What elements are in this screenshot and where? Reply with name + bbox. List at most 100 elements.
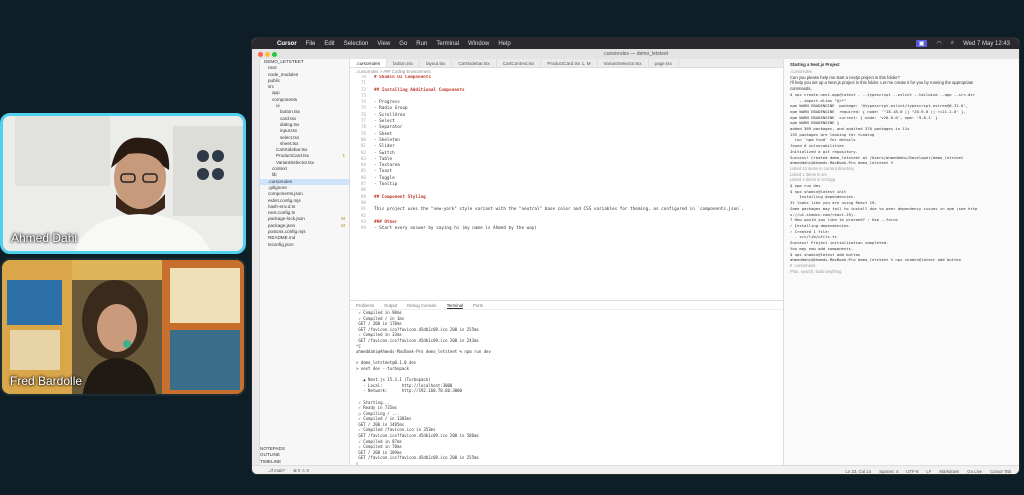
menu-run[interactable]: Run: [416, 41, 427, 47]
file-tree-item-label: eslint.config.mjs: [268, 197, 301, 203]
app-name[interactable]: Cursor: [277, 41, 297, 47]
editor-tab[interactable]: VariantSelector.tsx: [598, 59, 649, 67]
screen: Ahmed Dahi Fred Bardolle Cursor File Edi…: [0, 0, 1024, 495]
file-tree-item-label: components.json: [268, 191, 303, 197]
cursor-editor-window: Cursor File Edit Selection View Go Run T…: [251, 37, 1020, 475]
macos-menubar: Cursor File Edit Selection View Go Run T…: [252, 38, 1019, 49]
status-item[interactable]: Ln 23, Col 14: [846, 469, 872, 474]
status-item[interactable]: Cursor Tab: [990, 469, 1011, 474]
menu-file[interactable]: File: [306, 41, 316, 47]
file-tree-item-label: dialog.tsx: [280, 121, 300, 127]
file-tree-item-label: src: [268, 84, 275, 90]
menu-terminal[interactable]: Terminal: [436, 41, 459, 47]
editor-tab[interactable]: layout.tsx: [420, 59, 453, 67]
file-tree: DEMO_LETSTEET next node_modules public src ap…: [260, 59, 349, 248]
file-tree-item-label: node_modules: [268, 71, 299, 77]
code-line: 91 This project uses the "new-york" style…: [350, 207, 783, 213]
close-window-button[interactable]: [258, 52, 263, 57]
status-bar: ⎇ main* ⊗ 0 ⚠ 0 Ln 23, Col 14 Spaces: 4 UTF-…: [252, 465, 1019, 474]
activity-bar: [252, 59, 260, 465]
menu-window[interactable]: Window: [468, 41, 489, 47]
line-text: # Shadcn UI Components: [374, 75, 431, 80]
file-tree-item-label: postcss.config.mjs: [268, 229, 306, 235]
editor-tab[interactable]: .cursorrules: [350, 59, 387, 67]
editor-tabs: .cursorrules button.tsx layout.tsx CartSide…: [350, 59, 783, 68]
menu-selection[interactable]: Selection: [344, 41, 369, 47]
editor-tab[interactable]: page.tsx: [649, 59, 679, 67]
code-editor[interactable]: 70 # Shadcn UI Components 71 72 ## Installin…: [350, 75, 783, 300]
file-tree-item-label: ui: [276, 103, 280, 109]
code-line: 94 - Start every answer by saying hi (my …: [350, 226, 783, 232]
screen-share-icon[interactable]: ▣: [915, 40, 928, 47]
ai-chat-panel: Starting a Next.js Project .cursorrules C…: [783, 59, 1019, 465]
status-item[interactable]: ⊗ 0 ⚠ 0: [293, 468, 309, 474]
panel-tabs: Problems Output Debug Console Terminal Ports: [350, 301, 783, 310]
terminal-output[interactable]: ✓ Compiled in 90ms ✓ Compiled / in 1ms G…: [350, 310, 783, 465]
file-tree-item-label: next.config.ts: [268, 210, 296, 216]
line-text: - Start every answer by saying hi (my na…: [374, 226, 537, 232]
file-tree-item-label: card.tsx: [280, 115, 297, 121]
file-tree-item-label: input.tsx: [280, 128, 298, 134]
editor-tab[interactable]: CartSidebar.tsx: [452, 59, 497, 67]
file-tree-item-label: button.tsx: [280, 109, 300, 115]
status-item[interactable]: Spaces: 4: [879, 469, 898, 474]
menu-edit[interactable]: Edit: [324, 41, 334, 47]
status-item[interactable]: Go Live: [967, 469, 982, 474]
file-tree-item-label: components: [272, 96, 298, 102]
menu-view[interactable]: View: [377, 41, 390, 47]
participant-name: Fred Bardolle: [10, 374, 83, 388]
breadcrumb[interactable]: .cursorrules > ### Coding Environment: [350, 68, 783, 75]
editor-tab[interactable]: button.tsx: [387, 59, 420, 67]
file-tree-item-label: hash-env.d.ts: [268, 203, 296, 209]
panel-tab-terminal[interactable]: Terminal: [446, 301, 463, 309]
file-tree-item-label: tsconfig.json: [268, 241, 294, 247]
status-item[interactable]: Markdown: [939, 469, 959, 474]
clock[interactable]: Wed 7 May 12:43: [963, 41, 1010, 47]
chat-line: Plan, search, build anything: [790, 268, 842, 274]
panel-tab-problems[interactable]: Problems: [356, 301, 374, 309]
file-tree-item-label: context: [272, 166, 287, 172]
file-tree-item-label: sheet.tsx: [280, 140, 299, 146]
editor-tab[interactable]: CartContext.tsx: [497, 59, 542, 67]
status-item[interactable]: LF: [926, 469, 931, 474]
file-tree-item-label: CartSidebar.tsx: [276, 147, 308, 153]
explorer-sections: NOTEPADS OUTLINE TIMELINE: [260, 446, 349, 465]
chat-messages: .cursorrules Can you please help me start…: [784, 69, 1019, 274]
file-tree-item-label: README.md: [268, 235, 296, 241]
file-tree-item-label: .gitignore: [268, 184, 287, 190]
file-tree-item-label: public: [268, 77, 281, 83]
line-text: This project uses the "new-york" style v…: [374, 207, 744, 213]
panel-tab-ports[interactable]: Ports: [473, 301, 483, 309]
window-title: .cursorrules — demo_letsteet: [252, 49, 1019, 59]
wifi-icon[interactable]: ◠: [936, 40, 941, 47]
file-tree-item-label: lib: [272, 172, 277, 178]
line-text: ## Component Styling: [374, 194, 426, 200]
line-text: ## Installing Additional Components: [374, 87, 465, 93]
bottom-panel: Problems Output Debug Console Terminal Ports…: [350, 300, 783, 465]
file-tree-item-label: package.json: [268, 222, 296, 228]
line-number: 94: [360, 226, 366, 232]
editor-tab[interactable]: ProductCard.tsx 1, M: [541, 59, 598, 67]
file-tree-item-label: select.tsx: [280, 134, 300, 140]
chat-title: Starting a Next.js Project: [790, 62, 840, 67]
file-explorer: DEMO_LETSTEET next node_modules public src ap…: [260, 59, 350, 465]
webcam-tile-1: Ahmed Dahi: [0, 113, 246, 254]
file-tree-item-label: package-lock.json: [268, 216, 305, 222]
file-tree-item-label: app: [272, 90, 280, 96]
menu-go[interactable]: Go: [399, 41, 407, 47]
file-status-badge: M: [341, 222, 345, 228]
file-tree-item-label: .cursorrules: [268, 178, 292, 184]
search-icon[interactable]: ⌕: [951, 40, 954, 47]
line-text: - Tooltip: [374, 182, 398, 188]
status-item[interactable]: ⎇ main*: [268, 468, 285, 474]
webcam-tile-2: Fred Bardolle: [0, 258, 246, 396]
status-item[interactable]: UTF-8: [906, 469, 918, 474]
zoom-window-button[interactable]: [272, 52, 277, 57]
panel-tab-output[interactable]: Output: [384, 301, 397, 309]
file-tree-item-label: next: [268, 65, 277, 71]
panel-tab-debug-console[interactable]: Debug Console: [407, 301, 437, 309]
minimize-window-button[interactable]: [265, 52, 270, 57]
file-tree-item-label: ProductCard.tsx: [276, 153, 309, 159]
file-tree-item[interactable]: tsconfig.json: [260, 242, 349, 248]
menu-help[interactable]: Help: [498, 41, 510, 47]
